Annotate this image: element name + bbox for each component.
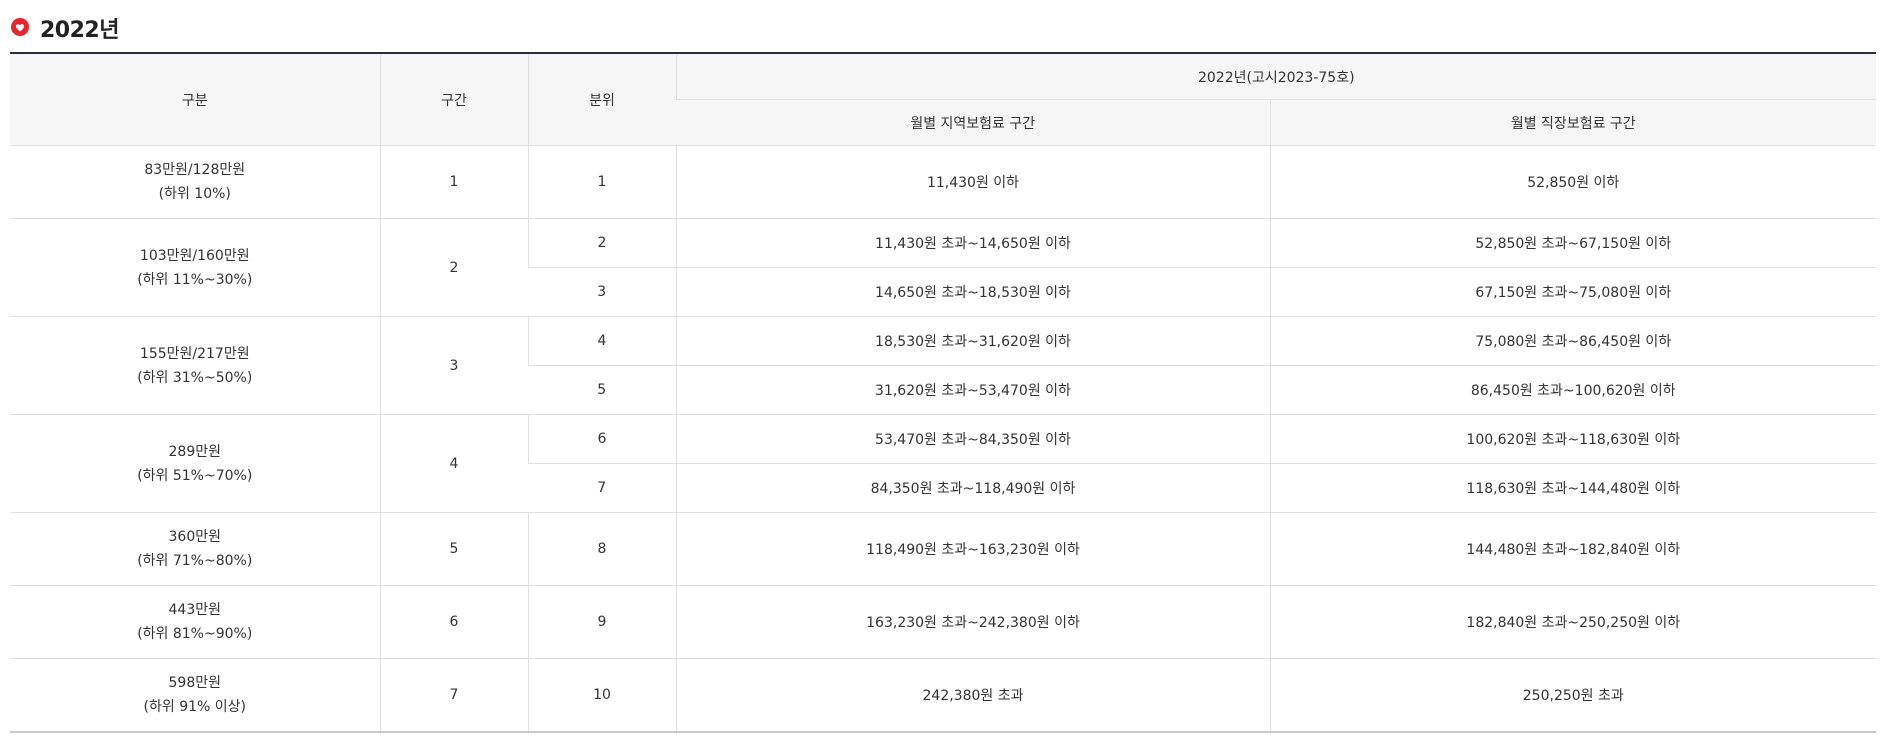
workplace-cell: 67,150원 초과~75,080원 이하 xyxy=(1269,267,1877,317)
income-cell: 443만원 (하위 81%~90%) xyxy=(10,585,380,659)
table-row: 443만원 (하위 81%~90%) 6 9 163,230원 초과~242,3… xyxy=(10,585,1877,659)
income-range: (하위 31%~50%) xyxy=(137,369,253,386)
workplace-cell: 75,080원 초과~86,450원 이하 xyxy=(1269,316,1877,366)
regional-cell: 14,650원 초과~18,530원 이하 xyxy=(675,267,1270,317)
income-amount: 360만원 xyxy=(168,529,221,545)
section-cell: 3 xyxy=(379,316,528,415)
income-amount: 598만원 xyxy=(168,675,221,691)
decile-cell: 5 xyxy=(528,365,676,415)
section-cell: 2 xyxy=(379,218,528,317)
workplace-cell: 100,620원 초과~118,630원 이하 xyxy=(1269,414,1877,464)
workplace-cell: 52,850원 이하 xyxy=(1269,145,1877,219)
table-header: 구분 구간 분위 2022년(고시2023-75호) 월별 지역보험료 구간 월… xyxy=(10,53,1877,146)
income-cell: 289만원 (하위 51%~70%) xyxy=(10,414,380,513)
income-amount: 443만원 xyxy=(168,602,221,618)
decile-cell: 3 xyxy=(528,267,676,317)
table-row: 289만원 (하위 51%~70%) 4 6 53,470원 초과~84,350… xyxy=(10,414,1877,513)
regional-cell: 11,430원 초과~14,650원 이하 xyxy=(675,218,1270,268)
table-row: 83만원/128만원 (하위 10%) 1 1 11,430원 이하 52,85… xyxy=(10,145,1877,219)
income-cell: 360만원 (하위 71%~80%) xyxy=(10,512,380,586)
income-range: (하위 81%~90%) xyxy=(137,626,253,642)
header-category: 구분 xyxy=(10,53,380,146)
income-range: (하위 51%~70%) xyxy=(137,467,253,484)
table-row: 155만원/217만원 (하위 31%~50%) 3 4 18,530원 초과~… xyxy=(10,316,1877,415)
workplace-cell: 118,630원 초과~144,480원 이하 xyxy=(1269,463,1877,513)
workplace-cell: 182,840원 초과~250,250원 이하 xyxy=(1269,585,1877,659)
regional-cell: 11,430원 이하 xyxy=(675,145,1270,219)
income-amount: 289만원 xyxy=(168,443,221,460)
workplace-cell: 86,450원 초과~100,620원 이하 xyxy=(1269,365,1877,415)
regional-cell: 84,350원 초과~118,490원 이하 xyxy=(675,463,1270,513)
header-decile: 분위 xyxy=(527,53,676,146)
decile-cell: 4 xyxy=(527,316,676,366)
premium-table: 구분 구간 분위 2022년(고시2023-75호) 월별 지역보험료 구간 월… xyxy=(10,52,1877,733)
header-group-title: 2022년(고시2023-75호) xyxy=(675,53,1877,100)
table-row: 360만원 (하위 71%~80%) 5 8 118,490원 초과~163,2… xyxy=(10,512,1877,586)
income-cell: 598만원 (하위 91% 이상) xyxy=(10,658,380,733)
regional-cell: 18,530원 초과~31,620원 이하 xyxy=(675,316,1270,366)
decile-cell: 1 xyxy=(527,145,676,219)
income-cell: 103만원/160만원 (하위 11%~30%) xyxy=(10,218,380,317)
income-range: (하위 91% 이상) xyxy=(143,699,246,715)
workplace-cell: 52,850원 초과~67,150원 이하 xyxy=(1269,218,1877,268)
section-cell: 7 xyxy=(379,658,528,733)
income-cell: 83만원/128만원 (하위 10%) xyxy=(10,145,380,219)
header-workplace: 월별 직장보험료 구간 xyxy=(1269,99,1877,146)
regional-cell: 242,380원 초과 xyxy=(675,658,1270,733)
income-amount: 155만원/217만원 xyxy=(139,345,250,362)
section-cell: 1 xyxy=(379,145,528,219)
section-cell: 5 xyxy=(379,512,528,586)
decile-cell: 8 xyxy=(527,512,676,586)
table-row: 103만원/160만원 (하위 11%~30%) 2 2 11,430원 초과~… xyxy=(10,218,1877,317)
table-body: 83만원/128만원 (하위 10%) 1 1 11,430원 이하 52,85… xyxy=(10,145,1877,733)
regional-cell: 118,490원 초과~163,230원 이하 xyxy=(675,512,1270,586)
income-cell: 155만원/217만원 (하위 31%~50%) xyxy=(10,316,380,415)
regional-cell: 31,620원 초과~53,470원 이하 xyxy=(675,365,1270,415)
header-section: 구간 xyxy=(379,53,528,146)
workplace-cell: 250,250원 초과 xyxy=(1269,658,1877,733)
premium-table-wrapper: 구분 구간 분위 2022년(고시2023-75호) 월별 지역보험료 구간 월… xyxy=(10,52,1877,733)
table-row: 598만원 (하위 91% 이상) 7 10 242,380원 초과 250,2… xyxy=(10,658,1877,733)
decile-cell: 9 xyxy=(527,585,676,659)
decile-cell: 7 xyxy=(528,463,676,513)
income-amount: 103만원/160만원 xyxy=(139,247,250,264)
section-title-text: 2022년 xyxy=(40,18,119,43)
income-range: (하위 10%) xyxy=(158,186,231,202)
heart-speech-icon xyxy=(10,18,30,38)
regional-cell: 53,470원 초과~84,350원 이하 xyxy=(675,414,1270,464)
regional-cell: 163,230원 초과~242,380원 이하 xyxy=(675,585,1270,659)
section-title: 2022년 xyxy=(10,12,119,44)
workplace-cell: 144,480원 초과~182,840원 이하 xyxy=(1269,512,1877,586)
decile-cell: 6 xyxy=(527,414,676,464)
decile-cell: 2 xyxy=(527,218,676,268)
income-range: (하위 71%~80%) xyxy=(137,553,253,569)
section-cell: 4 xyxy=(379,414,528,513)
section-cell: 6 xyxy=(379,585,528,659)
income-range: (하위 11%~30%) xyxy=(137,271,253,288)
decile-cell: 10 xyxy=(527,658,676,733)
header-regional: 월별 지역보험료 구간 xyxy=(676,99,1270,146)
income-amount: 83만원/128만원 xyxy=(144,162,246,178)
